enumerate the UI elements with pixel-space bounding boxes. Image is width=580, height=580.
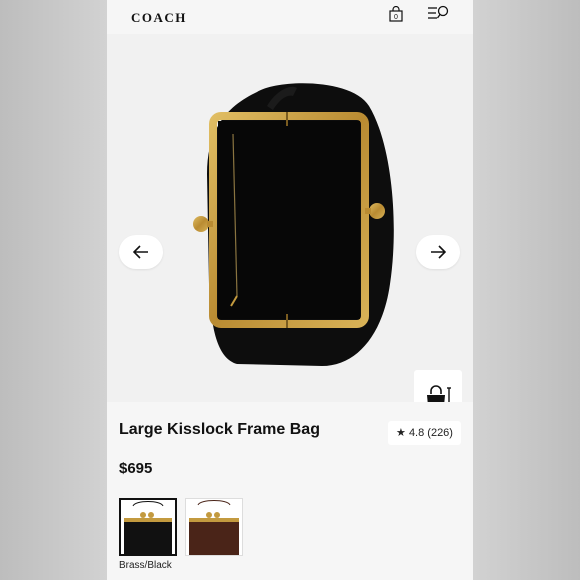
product-image [193, 83, 394, 367]
bag-count: 0 [394, 14, 398, 21]
rating-text: 4.8 (226) [408, 427, 453, 439]
swatch-brass-brown[interactable] [185, 498, 243, 556]
top-header: COACH 0 [107, 0, 473, 34]
menu-search-icon[interactable] [427, 4, 451, 22]
shopping-bag-icon[interactable]: 0 [389, 6, 403, 22]
product-title: Large Kisslock Frame Bag [119, 421, 320, 438]
left-backdrop [0, 0, 107, 580]
swatch-brass-black[interactable] [119, 498, 177, 556]
selected-color-label: Brass/Black [119, 560, 172, 571]
arrow-left-icon [133, 245, 148, 259]
arrow-right-icon [431, 245, 446, 259]
star-icon: ★ [396, 427, 406, 439]
brand-logo[interactable]: COACH [131, 10, 187, 26]
mobile-screen: COACH 0 Large Kisslock Frame Bag $695 ★ … [107, 0, 473, 580]
right-backdrop [473, 0, 580, 580]
rating-badge[interactable]: ★ 4.8 (226) [388, 421, 461, 445]
prev-image-button[interactable] [119, 235, 163, 269]
product-gallery[interactable] [107, 34, 473, 424]
product-info: Large Kisslock Frame Bag $695 ★ 4.8 (226… [107, 402, 473, 580]
next-image-button[interactable] [416, 235, 460, 269]
product-price: $695 [119, 460, 153, 477]
swatch-image-black [121, 500, 175, 554]
swatch-image-brown [186, 499, 242, 555]
